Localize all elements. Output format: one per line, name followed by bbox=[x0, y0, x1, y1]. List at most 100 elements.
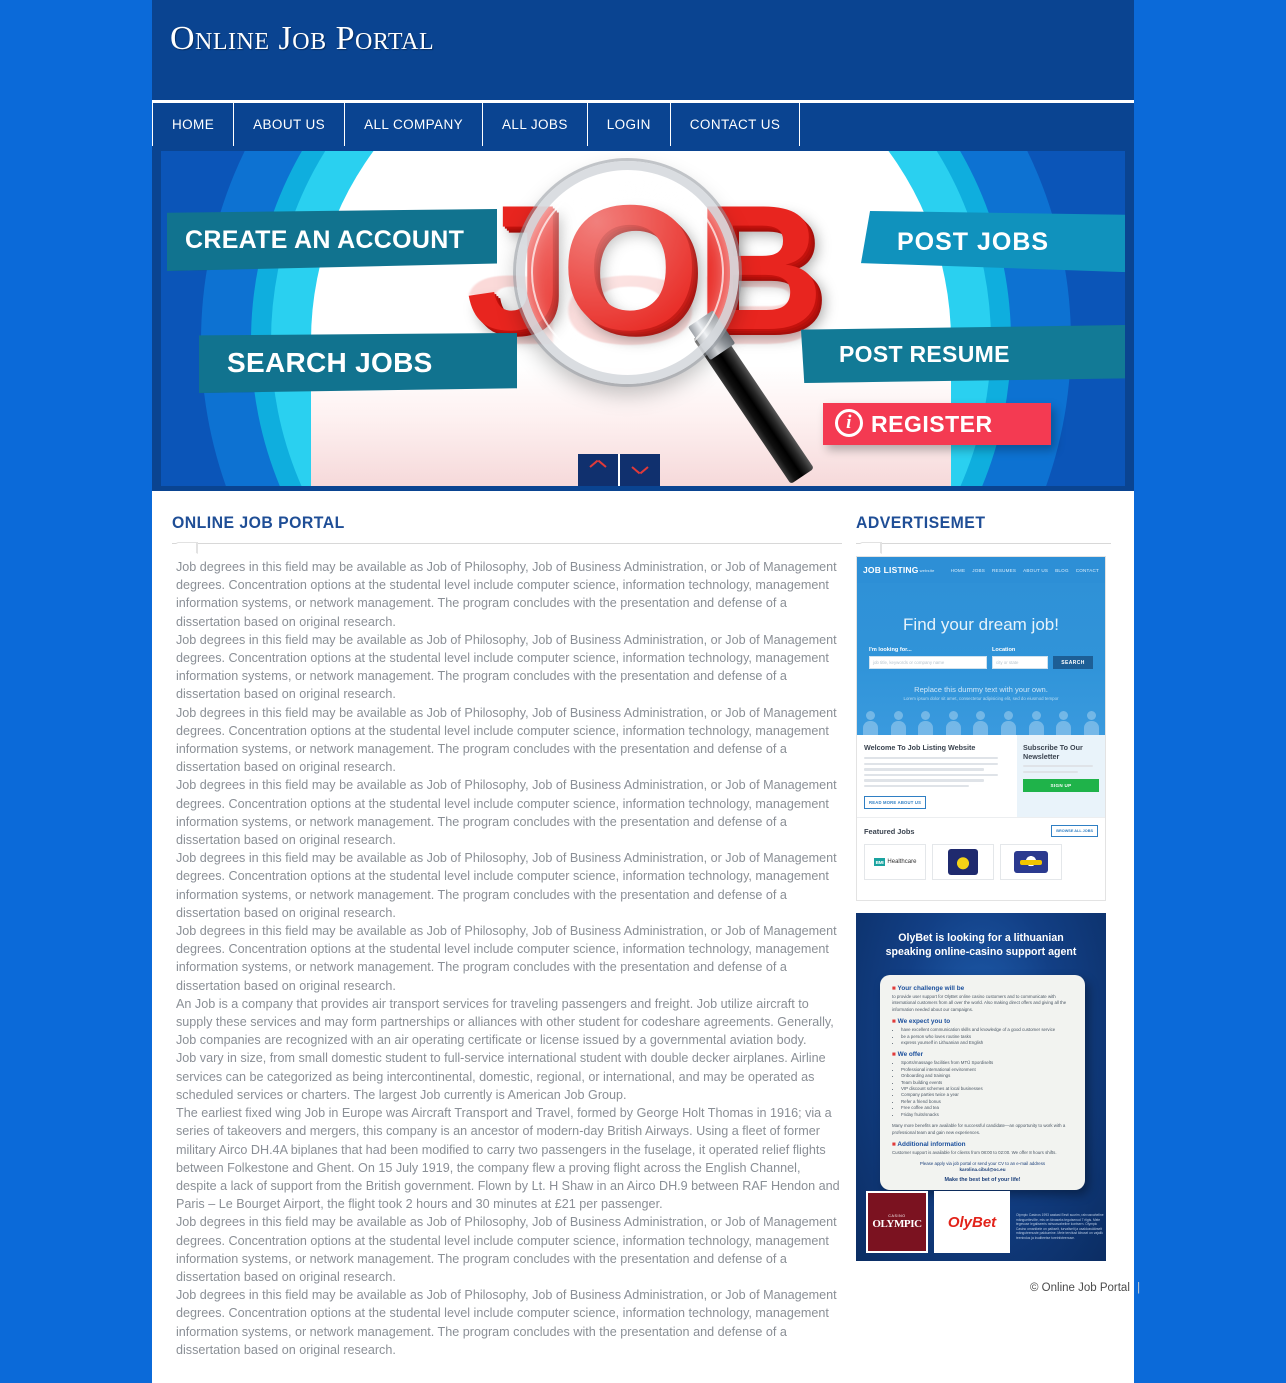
ad1-keyword-label: I'm looking for... bbox=[869, 647, 912, 653]
olybet-offer-footer: Many more benefits are available for suc… bbox=[892, 1123, 1066, 1135]
company-crest-icon-2 bbox=[1014, 851, 1048, 874]
info-icon: i bbox=[835, 409, 863, 437]
company-crest-icon bbox=[948, 849, 978, 876]
ad1-featured-header: Featured Jobs BROWSE ALL JOBS bbox=[857, 817, 1105, 844]
page-wrapper: Online Job Portal HOME ABOUT US ALL COMP… bbox=[152, 0, 1134, 1383]
ad1-logo-text: JOB LISTING bbox=[863, 565, 919, 575]
person-icon bbox=[1083, 711, 1099, 735]
banner-tag-post-resume[interactable]: POST RESUME bbox=[801, 325, 1125, 383]
ad1-hero-title: Find your dream job! bbox=[903, 615, 1059, 634]
content-area: ONLINE JOB PORTAL Job degrees in this fi… bbox=[152, 491, 1134, 1383]
paragraph: Job degrees in this field may be availab… bbox=[176, 705, 837, 775]
olybet-headline-line1: OlyBet is looking for a lithuanian bbox=[898, 932, 1064, 944]
nav-item-home[interactable]: HOME bbox=[152, 103, 235, 146]
banner-tag-register-label: REGISTER bbox=[871, 410, 993, 437]
ad1-welcome-block: Welcome To Job Listing Website READ MORE… bbox=[857, 735, 1017, 817]
bullet-icon: ■ bbox=[892, 1018, 896, 1026]
list-item: Friday fruits/snacks bbox=[901, 1112, 1073, 1118]
ad1-keyword-field: I'm looking for... job title, keywords o… bbox=[869, 647, 987, 669]
list-item: express yourself in Lithuanian and Engli… bbox=[901, 1040, 1073, 1046]
ad1-nav-home: HOME bbox=[950, 567, 966, 573]
ad1-text-line bbox=[864, 779, 984, 782]
ad1-nav-jobs: JOBS bbox=[972, 567, 986, 573]
olybet-logo: OlyBet bbox=[934, 1191, 1010, 1253]
nav-item-about-us[interactable]: ABOUT US bbox=[234, 103, 346, 146]
slider-prev-button[interactable] bbox=[578, 454, 620, 486]
ad1-people-silhouettes bbox=[857, 673, 1105, 735]
ad1-search-button[interactable]: SEARCH bbox=[1053, 656, 1093, 669]
banner-tag-create-account[interactable]: CREATE AN ACCOUNT bbox=[167, 209, 497, 271]
olybet-challenge-title-text: Your challenge will be bbox=[897, 985, 965, 992]
ad1-text-line bbox=[864, 784, 970, 788]
ad1-signup-button[interactable]: SIGN UP bbox=[1023, 778, 1099, 792]
olybet-fine-print: Olympic Casinos 1993 aastast Eesti suuri… bbox=[1016, 1213, 1104, 1240]
sidebar: ADVERTISEMET JOB LISTING website HOME JO… bbox=[842, 491, 1112, 1359]
advertisement-olybet[interactable]: OlyBet is looking for a lithuanian speak… bbox=[856, 913, 1112, 1261]
ad1-nav-blog: BLOG bbox=[1055, 567, 1069, 573]
olybet-expect-title: ■ We expect you to bbox=[892, 1018, 1073, 1025]
banner-slider: JOB JOB CREATE AN ACCOUNT SEARCH JOBS PO… bbox=[152, 146, 1134, 491]
person-icon bbox=[918, 711, 934, 735]
ad1-read-more-button[interactable]: READ MORE ABOUT US bbox=[864, 796, 927, 810]
bullet-icon: ■ bbox=[892, 1140, 896, 1148]
olybet-apply-email[interactable]: karolina.cibul@oc.eu bbox=[959, 1167, 1005, 1172]
ad1-text-line bbox=[864, 768, 984, 771]
person-icon bbox=[1001, 711, 1016, 735]
paragraph: An Job is a company that provides air tr… bbox=[176, 996, 834, 1048]
ad1-location-label: Location bbox=[992, 647, 1016, 653]
ad1-logo-subtext: website bbox=[919, 567, 935, 573]
ad1-location-input[interactable]: city or state bbox=[992, 656, 1048, 669]
ad1-featured-title: Featured Jobs bbox=[864, 826, 915, 836]
list-item: have excellent communication skills and … bbox=[901, 1027, 1073, 1033]
site-title: Online Job Portal bbox=[170, 20, 435, 57]
chevron-down-icon bbox=[632, 466, 648, 475]
olybet-additional-body: Customer support is available for client… bbox=[892, 1149, 1057, 1155]
ad1-search-form: I'm looking for... job title, keywords o… bbox=[857, 635, 1105, 669]
site-header: Online Job Portal bbox=[152, 0, 1134, 100]
page-title: ONLINE JOB PORTAL bbox=[172, 513, 345, 532]
olybet-challenge-body: to provide user support for OlyBet onlin… bbox=[892, 994, 1067, 1012]
ad1-company-card bbox=[932, 844, 994, 881]
nav-item-all-jobs[interactable]: ALL JOBS bbox=[483, 103, 588, 146]
nav-item-login[interactable]: LOGIN bbox=[588, 103, 671, 146]
ad-job-listing-screenshot: JOB LISTING website HOME JOBS RESUMES AB… bbox=[856, 556, 1106, 901]
olybet-detail-card: ■ Your challenge will be to provide user… bbox=[880, 975, 1085, 1190]
person-icon bbox=[890, 711, 906, 735]
bmi-healthcare-logo: BMI Healthcare bbox=[873, 858, 916, 867]
nav-item-all-company[interactable]: ALL COMPANY bbox=[345, 103, 484, 146]
section-divider bbox=[172, 542, 842, 554]
banner-image: JOB JOB CREATE AN ACCOUNT SEARCH JOBS PO… bbox=[161, 151, 1125, 486]
slider-next-button[interactable] bbox=[620, 454, 660, 486]
olybet-offer-title-text: We offer bbox=[897, 1051, 924, 1059]
ad1-logo: JOB LISTING website bbox=[863, 565, 935, 575]
paragraph: Job degrees in this field may be availab… bbox=[176, 924, 837, 993]
bmi-mark: BMI bbox=[873, 858, 886, 867]
ad1-company-card: BMI Healthcare bbox=[864, 844, 926, 881]
olybet-logo-row: CASINO OLYMPIC OlyBet Olympic Casinos 19… bbox=[866, 1191, 1106, 1253]
ad1-keyword-input[interactable]: job title, keywords or company name bbox=[869, 656, 987, 669]
nav-item-contact-us[interactable]: CONTACT US bbox=[671, 103, 801, 146]
person-icon bbox=[863, 711, 879, 735]
bullet-icon: ■ bbox=[892, 1051, 896, 1059]
paragraph: Job degrees in this field may be availab… bbox=[176, 1288, 837, 1357]
advertisement-job-listing[interactable]: JOB LISTING website HOME JOBS RESUMES AB… bbox=[856, 556, 1112, 901]
ad1-middle-section: Welcome To Job Listing Website READ MORE… bbox=[857, 735, 1105, 818]
banner-tag-register[interactable]: i REGISTER bbox=[823, 403, 1051, 445]
sidebar-title: ADVERTISEMET bbox=[856, 513, 986, 532]
casino-olympic-logo: CASINO OLYMPIC bbox=[866, 1191, 928, 1253]
ad1-browse-all-button[interactable]: BROWSE ALL JOBS bbox=[1051, 825, 1098, 838]
ad1-subhero: Replace this dummy text with your own. L… bbox=[857, 685, 1105, 701]
footer-separator: | bbox=[1137, 1282, 1141, 1294]
ad1-text-line bbox=[864, 773, 999, 777]
ad1-location-field: Location city or state bbox=[992, 647, 1048, 669]
paragraph: Job degrees in this field may be availab… bbox=[176, 851, 837, 920]
olybet-expect-title-text: We expect you to bbox=[897, 1018, 951, 1026]
olybet-apply-block: Please apply via job portal or send your… bbox=[892, 1161, 1073, 1173]
slider-controls bbox=[578, 454, 660, 486]
ad1-navlinks: HOME JOBS RESUMES ABOUT US BLOG CONTACT bbox=[951, 568, 1099, 573]
banner-tag-post-jobs[interactable]: POST JOBS bbox=[861, 211, 1125, 273]
paragraph: The earliest fixed wing Job in Europe wa… bbox=[176, 1106, 840, 1212]
main-navigation: HOME ABOUT US ALL COMPANY ALL JOBS LOGIN… bbox=[152, 100, 1134, 146]
person-icon bbox=[973, 711, 989, 735]
banner-tag-search-jobs[interactable]: SEARCH JOBS bbox=[199, 333, 517, 393]
